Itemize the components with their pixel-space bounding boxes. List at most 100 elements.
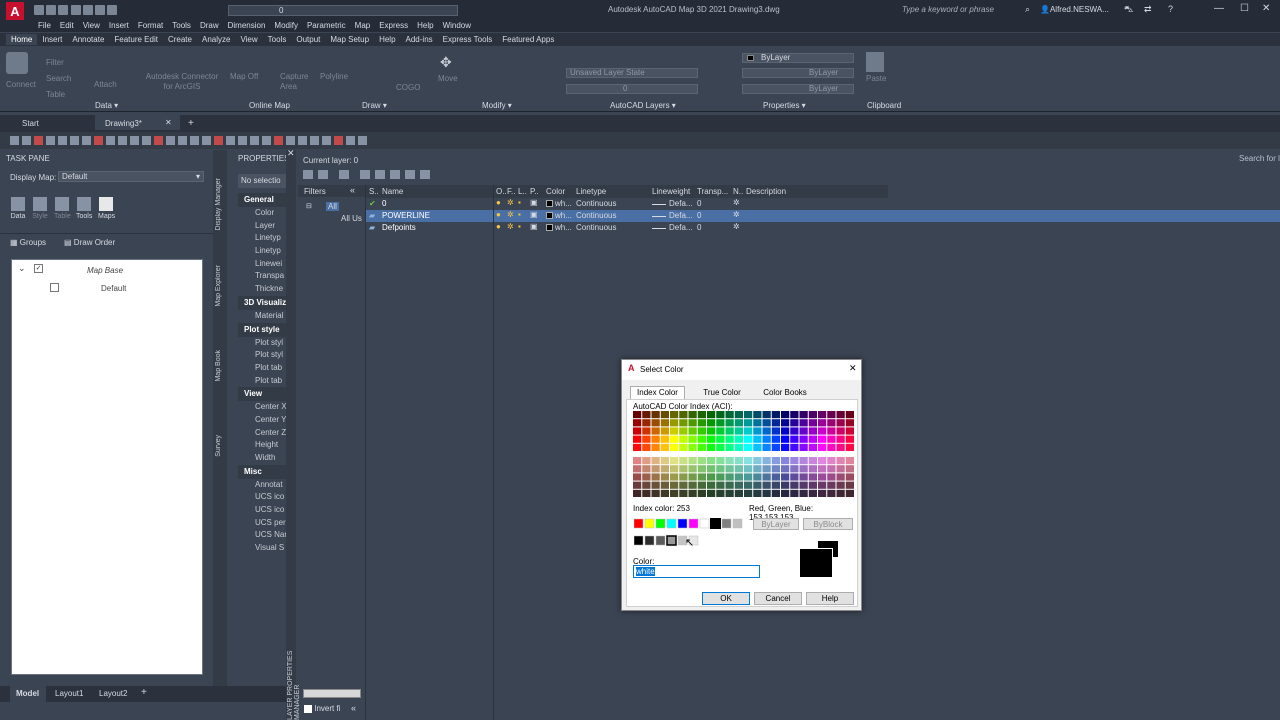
aci-color-cell[interactable] — [781, 489, 790, 497]
aci-color-cell[interactable] — [827, 465, 836, 473]
close-icon[interactable]: ✕ — [287, 148, 295, 159]
attach-button[interactable]: Attach — [94, 80, 117, 89]
map-tool-icon[interactable] — [298, 136, 307, 145]
aci-color-cell[interactable] — [799, 443, 808, 451]
aci-color-cell[interactable] — [827, 457, 836, 465]
aci-color-cell[interactable] — [762, 489, 771, 497]
layer-tool-icon[interactable] — [405, 170, 415, 179]
printer-icon[interactable]: ▣ — [530, 222, 538, 231]
save-icon[interactable] — [58, 5, 69, 15]
aci-color-cell[interactable] — [818, 465, 827, 473]
layer-tool-icon[interactable] — [303, 170, 313, 179]
map-off-button[interactable]: Map Off — [230, 72, 258, 81]
group-label-data[interactable]: Data ▾ — [95, 101, 118, 110]
aci-color-cell[interactable] — [753, 481, 762, 489]
layer-tool-icon[interactable] — [390, 170, 400, 179]
aci-color-cell[interactable] — [790, 481, 799, 489]
aci-color-cell[interactable] — [771, 411, 780, 419]
aci-color-cell[interactable] — [836, 443, 845, 451]
ribbon-tab-output[interactable]: Output — [291, 34, 325, 45]
color-dropdown[interactable]: ByLayer — [742, 53, 854, 63]
filter-button[interactable]: Filter — [46, 58, 64, 67]
aci-color-cell[interactable] — [845, 457, 854, 465]
menu-insert[interactable]: Insert — [109, 21, 138, 30]
aci-color-cell[interactable] — [642, 435, 651, 443]
aci-color-cell[interactable] — [651, 419, 660, 427]
aci-color-cell[interactable] — [734, 481, 743, 489]
column-header-linetype[interactable]: Linetype — [576, 187, 606, 196]
aci-color-cell[interactable] — [670, 473, 679, 481]
ribbon-tab-help[interactable]: Help — [374, 34, 400, 45]
aci-color-cell[interactable] — [697, 443, 706, 451]
map-tool-icon[interactable] — [154, 136, 163, 145]
aci-color-cell[interactable] — [771, 427, 780, 435]
column-header-s[interactable]: S.. — [369, 187, 379, 196]
aci-color-cell[interactable] — [781, 419, 790, 427]
ribbon-tab-home[interactable]: Home — [6, 34, 38, 45]
capture-area-button[interactable]: Capture Area — [280, 72, 310, 92]
property-row[interactable]: Plot tab — [238, 362, 286, 375]
aci-color-cell[interactable] — [707, 465, 716, 473]
aci-color-cell[interactable] — [734, 465, 743, 473]
help-icon[interactable]: ? — [1168, 4, 1173, 14]
color-swatch[interactable] — [546, 224, 553, 231]
close-icon[interactable]: ✕ — [1262, 3, 1270, 14]
section-plot-style[interactable]: Plot style — [238, 322, 286, 337]
map-tool-icon[interactable] — [322, 136, 331, 145]
tab-true-color[interactable]: True Color — [692, 388, 752, 397]
aci-color-cell[interactable] — [781, 427, 790, 435]
aci-color-cell[interactable] — [697, 489, 706, 497]
aci-color-cell[interactable] — [818, 419, 827, 427]
aci-color-cell[interactable] — [781, 457, 790, 465]
menu-format[interactable]: Format — [138, 21, 172, 30]
section-view[interactable]: View — [238, 387, 286, 402]
column-header-description[interactable]: Description — [746, 187, 786, 196]
aci-color-cell[interactable] — [845, 489, 854, 497]
aci-color-cell[interactable] — [716, 465, 725, 473]
aci-color-cell[interactable] — [771, 473, 780, 481]
aci-color-cell[interactable] — [734, 411, 743, 419]
ribbon-tab-map-setup[interactable]: Map Setup — [325, 34, 374, 45]
map-tool-icon[interactable] — [226, 136, 235, 145]
column-header-lineweight[interactable]: Lineweight — [652, 187, 690, 196]
aci-color-cell[interactable] — [744, 473, 753, 481]
aci-color-cell[interactable] — [827, 435, 836, 443]
aci-color-cell[interactable] — [642, 465, 651, 473]
column-header-o[interactable]: O.. — [496, 187, 507, 196]
property-row[interactable]: Thickne — [238, 283, 286, 296]
aci-color-cell[interactable] — [679, 473, 688, 481]
aci-color-cell[interactable] — [679, 435, 688, 443]
column-header-name[interactable]: Name — [382, 187, 403, 196]
aci-color-cell[interactable] — [660, 457, 669, 465]
printer-icon[interactable]: ▣ — [530, 198, 538, 207]
aci-color-cell[interactable] — [725, 489, 734, 497]
aci-color-cell[interactable] — [688, 443, 697, 451]
aci-color-cell[interactable] — [790, 443, 799, 451]
layer-color[interactable]: wh... — [555, 199, 572, 208]
aci-color-cell[interactable] — [762, 465, 771, 473]
user-account[interactable]: 👤Alfred.NESWA... — [1040, 5, 1109, 14]
aci-color-cell[interactable] — [725, 457, 734, 465]
property-row[interactable]: Center X — [238, 401, 286, 414]
property-row[interactable]: UCS per — [238, 517, 286, 530]
layer-tool-icon[interactable] — [339, 170, 349, 179]
aci-color-cell[interactable] — [660, 489, 669, 497]
arcgis-connector-button[interactable]: Autodesk Connector for ArcGIS — [142, 72, 222, 92]
menu-express[interactable]: Express — [379, 21, 417, 30]
aci-color-cell[interactable] — [688, 435, 697, 443]
aci-color-cell[interactable] — [670, 465, 679, 473]
invert-filter-checkbox[interactable]: Invert fi — [304, 704, 340, 713]
column-header-color[interactable]: Color — [546, 187, 565, 196]
aci-color-cell[interactable] — [642, 411, 651, 419]
aci-color-cell[interactable] — [679, 427, 688, 435]
aci-color-cell[interactable] — [818, 481, 827, 489]
aci-color-cell[interactable] — [827, 443, 836, 451]
aci-color-cell[interactable] — [781, 411, 790, 419]
draw-order-button[interactable]: ▤ Draw Order — [64, 238, 115, 247]
aci-color-cell[interactable] — [734, 473, 743, 481]
aci-color-cell[interactable] — [716, 457, 725, 465]
aci-color-cell[interactable] — [753, 489, 762, 497]
property-row[interactable]: Visual S — [238, 542, 286, 555]
aci-color-cell[interactable] — [725, 419, 734, 427]
aci-color-cell[interactable] — [808, 481, 817, 489]
